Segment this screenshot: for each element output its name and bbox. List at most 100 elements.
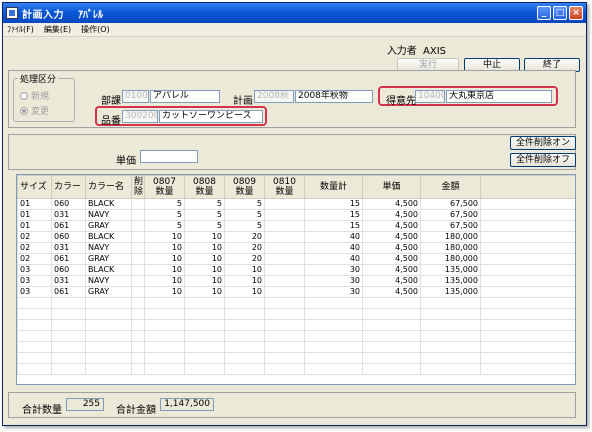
table-row[interactable]: 01 061 GRAY 5 5 5 15 4,500 67,500 — [17, 220, 575, 232]
table-cell[interactable] — [420, 330, 481, 342]
table-cell[interactable] — [184, 319, 225, 331]
table-cell[interactable] — [362, 363, 421, 375]
table-cell[interactable] — [184, 341, 225, 353]
table-cell[interactable] — [420, 363, 481, 375]
table-cell[interactable] — [131, 352, 145, 364]
table-cell[interactable]: 5 — [184, 220, 225, 232]
table-cell[interactable]: 15 — [304, 209, 363, 221]
table-cell[interactable] — [131, 220, 145, 232]
table-cell[interactable] — [304, 341, 363, 353]
table-cell[interactable] — [264, 297, 305, 309]
table-cell[interactable] — [264, 253, 305, 265]
table-cell[interactable]: 180,000 — [420, 253, 481, 265]
table-cell[interactable] — [131, 198, 145, 210]
table-cell[interactable]: NAVY — [85, 209, 132, 221]
table-cell[interactable] — [131, 363, 145, 375]
table-cell[interactable] — [224, 330, 265, 342]
table-cell[interactable]: 060 — [51, 231, 86, 243]
table-cell[interactable]: 10 — [224, 264, 265, 276]
table-cell[interactable] — [85, 319, 132, 331]
table-cell[interactable] — [362, 308, 421, 320]
table-row[interactable]: 03 060 BLACK 10 10 10 30 4,500 135,000 — [17, 264, 575, 276]
table-cell[interactable]: 10 — [184, 264, 225, 276]
table-cell[interactable]: 10 — [144, 253, 185, 265]
table-row[interactable]: 02 060 BLACK 10 10 20 40 4,500 180,000 — [17, 231, 575, 243]
table-cell[interactable] — [264, 275, 305, 287]
table-cell[interactable]: 40 — [304, 231, 363, 243]
table-cell[interactable]: 02 — [17, 231, 52, 243]
minimize-button[interactable]: _ — [537, 6, 551, 20]
table-cell[interactable]: 180,000 — [420, 231, 481, 243]
table-cell[interactable]: 031 — [51, 209, 86, 221]
table-cell[interactable]: 060 — [51, 198, 86, 210]
table-cell[interactable] — [264, 286, 305, 298]
table-cell[interactable] — [264, 264, 305, 276]
table-cell[interactable]: 20 — [224, 242, 265, 254]
table-cell[interactable] — [85, 308, 132, 320]
table-cell[interactable]: GRAY — [85, 220, 132, 232]
detail-grid[interactable]: サイズ カラー カラー名 削除 0807 数量 0808 数量 0809 数量 0810 数量… — [16, 174, 576, 385]
table-cell[interactable]: 061 — [51, 220, 86, 232]
table-cell[interactable]: 02 — [17, 242, 52, 254]
table-cell[interactable] — [224, 363, 265, 375]
table-cell[interactable] — [362, 341, 421, 353]
dept-code-field[interactable]: 0100 — [122, 90, 149, 103]
column-header[interactable]: 0808 数量 — [184, 175, 225, 199]
table-row[interactable] — [17, 308, 575, 320]
table-cell[interactable] — [304, 297, 363, 309]
table-cell[interactable]: NAVY — [85, 275, 132, 287]
table-cell[interactable]: 30 — [304, 264, 363, 276]
table-cell[interactable]: 10 — [184, 275, 225, 287]
table-row[interactable]: 02 061 GRAY 10 10 20 40 4,500 180,000 — [17, 253, 575, 265]
table-cell[interactable] — [480, 308, 575, 320]
table-cell[interactable] — [85, 352, 132, 364]
table-cell[interactable] — [362, 352, 421, 364]
mode-new-radio[interactable]: 新規 — [20, 89, 49, 102]
table-cell[interactable] — [184, 308, 225, 320]
table-row[interactable] — [17, 330, 575, 342]
plan-name-field[interactable]: 2008年秋物 — [295, 90, 373, 103]
delete-all-off-button[interactable]: 全件削除オフ — [510, 153, 576, 167]
table-cell[interactable]: 031 — [51, 242, 86, 254]
table-cell[interactable]: 135,000 — [420, 286, 481, 298]
table-cell[interactable]: 10 — [224, 275, 265, 287]
column-header[interactable]: 金額 — [420, 175, 481, 199]
table-cell[interactable]: 135,000 — [420, 264, 481, 276]
table-cell[interactable]: 4,500 — [362, 231, 421, 243]
table-cell[interactable]: BLACK — [85, 264, 132, 276]
close-button[interactable]: × — [569, 6, 583, 20]
table-cell[interactable] — [51, 319, 86, 331]
table-cell[interactable]: 4,500 — [362, 242, 421, 254]
table-cell[interactable] — [51, 308, 86, 320]
table-cell[interactable] — [131, 330, 145, 342]
table-cell[interactable]: 10 — [184, 286, 225, 298]
table-cell[interactable] — [304, 352, 363, 364]
table-cell[interactable] — [85, 341, 132, 353]
table-cell[interactable]: 67,500 — [420, 220, 481, 232]
table-cell[interactable] — [480, 275, 575, 287]
table-cell[interactable]: 10 — [184, 231, 225, 243]
table-cell[interactable]: 02 — [17, 253, 52, 265]
table-cell[interactable]: 061 — [51, 253, 86, 265]
table-cell[interactable]: 10 — [144, 242, 185, 254]
table-cell[interactable]: 10 — [144, 231, 185, 243]
table-cell[interactable]: 01 — [17, 198, 52, 210]
table-cell[interactable]: 03 — [17, 286, 52, 298]
column-header[interactable]: カラー名 — [85, 175, 132, 199]
table-cell[interactable]: 135,000 — [420, 275, 481, 287]
maximize-button[interactable]: □ — [553, 6, 567, 20]
table-cell[interactable] — [131, 275, 145, 287]
table-cell[interactable] — [51, 330, 86, 342]
column-header[interactable]: 0809 数量 — [224, 175, 265, 199]
table-cell[interactable] — [264, 352, 305, 364]
table-cell[interactable]: 4,500 — [362, 198, 421, 210]
table-cell[interactable]: 01 — [17, 209, 52, 221]
column-header[interactable]: 0807 数量 — [144, 175, 185, 199]
table-cell[interactable] — [480, 341, 575, 353]
column-header[interactable] — [480, 175, 575, 199]
table-cell[interactable]: 67,500 — [420, 198, 481, 210]
table-cell[interactable] — [264, 231, 305, 243]
title-bar[interactable]: 計画入力 ｱﾊﾟﾚﾙ _ □ × — [3, 3, 586, 23]
table-cell[interactable] — [480, 209, 575, 221]
table-cell[interactable]: 5 — [224, 198, 265, 210]
